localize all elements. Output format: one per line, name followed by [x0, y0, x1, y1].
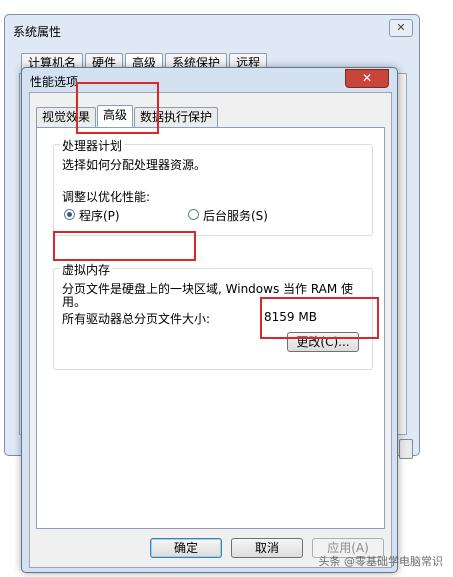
watermark: 头条 @零基础学电脑常识 — [318, 555, 444, 568]
system-properties-hidden-button[interactable] — [399, 439, 413, 459]
total-paging-file-value: 8159 MB — [264, 310, 317, 324]
performance-options-close-button[interactable]: ✕ — [345, 69, 389, 88]
processor-scheduling-group: 处理器计划 选择如何分配处理器资源。 调整以优化性能: 程序(P) 后台服务(S… — [53, 137, 373, 236]
performance-options-title: 性能选项 — [30, 75, 79, 89]
performance-options-dialog: 性能选项 ✕ 视觉效果 高级 数据执行保护 处理器计划 选择如何分配处理器资源。… — [21, 67, 398, 573]
system-properties-titlebar: 系统属性 ✕ — [5, 15, 419, 43]
tab-advanced[interactable]: 高级 — [97, 105, 134, 127]
cancel-button[interactable]: 取消 — [231, 538, 303, 558]
virtual-memory-group: 虚拟内存 分页文件是硬盘上的一块区域, Windows 当作 RAM 使 用。 … — [53, 261, 373, 370]
programs-radio-label[interactable]: 程序(P) — [79, 207, 120, 224]
performance-options-client: 视觉效果 高级 数据执行保护 处理器计划 选择如何分配处理器资源。 调整以优化性… — [29, 92, 392, 568]
performance-options-tabs: 视觉效果 高级 数据执行保护 — [36, 105, 219, 127]
adjust-performance-label: 调整以优化性能: — [62, 190, 151, 204]
processor-scheduling-title: 处理器计划 — [60, 137, 125, 154]
background-services-radio[interactable] — [188, 209, 199, 220]
advanced-tab-panel: 处理器计划 选择如何分配处理器资源。 调整以优化性能: 程序(P) 后台服务(S… — [36, 127, 385, 529]
processor-scheduling-description: 选择如何分配处理器资源。 — [62, 158, 207, 172]
background-services-radio-label[interactable]: 后台服务(S) — [203, 207, 268, 224]
system-properties-close-button[interactable]: ✕ — [389, 19, 413, 37]
virtual-memory-description-line1: 分页文件是硬盘上的一块区域, Windows 当作 RAM 使 — [62, 282, 354, 296]
virtual-memory-description-line2: 用。 — [62, 295, 87, 309]
change-virtual-memory-button[interactable]: 更改(C)... — [287, 332, 359, 352]
tab-data-execution-prevention[interactable]: 数据执行保护 — [134, 107, 219, 127]
programs-radio[interactable] — [64, 209, 75, 220]
ok-button[interactable]: 确定 — [150, 538, 222, 558]
virtual-memory-title: 虚拟内存 — [60, 261, 113, 278]
system-properties-title: 系统属性 — [13, 25, 62, 39]
total-paging-file-label: 所有驱动器总分页文件大小: — [62, 312, 211, 326]
tab-visual-effects[interactable]: 视觉效果 — [36, 107, 97, 127]
